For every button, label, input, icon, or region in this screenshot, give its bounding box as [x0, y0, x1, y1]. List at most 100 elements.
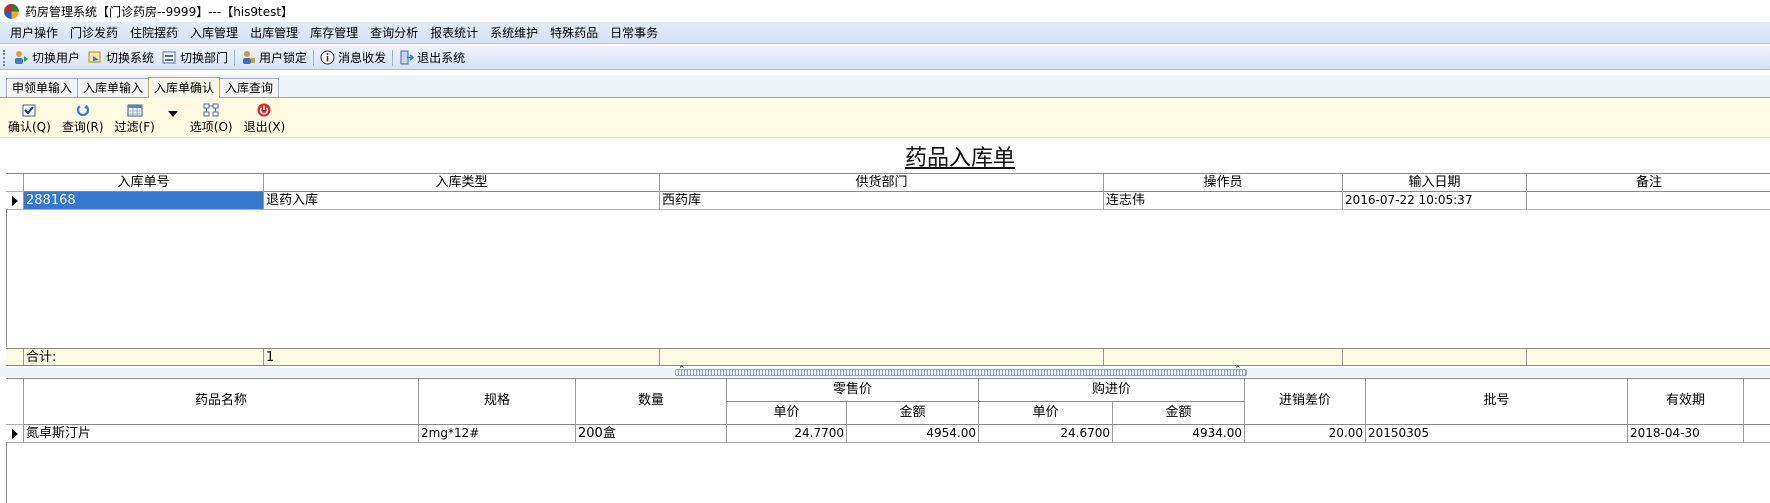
- col-header-input-date[interactable]: 输入日期: [1343, 174, 1527, 192]
- action-panel: 确认(Q) 查询(R) 过滤(F) 选项(O) 退出(X): [0, 98, 1770, 138]
- app-logo-icon: [4, 3, 19, 19]
- tab-stock-in-input[interactable]: 入库单输入: [77, 78, 150, 97]
- module-tabs: 申领单输入 入库单输入 入库单确认 入库查询: [0, 75, 1770, 98]
- table-row[interactable]: 288168 退药入库 西药库 连志伟 2016-07-22 10:05:37: [6, 192, 1770, 210]
- summary-label: 合计:: [24, 349, 264, 365]
- cell-extra: [1744, 425, 1770, 443]
- menu-inventory[interactable]: 库存管理: [304, 22, 364, 44]
- current-row-indicator: [6, 425, 24, 443]
- col-header-price-diff[interactable]: 进销差价: [1245, 379, 1366, 425]
- exit-button[interactable]: 退出(X): [244, 103, 285, 135]
- summary-empty: [1104, 349, 1343, 365]
- filter-dropdown-arrow[interactable]: [166, 111, 180, 117]
- master-summary-row: 合计: 1: [6, 348, 1770, 366]
- col-header-purchase-unit[interactable]: 单价: [979, 402, 1113, 425]
- cell-remarks[interactable]: [1527, 192, 1770, 210]
- toolbar-grip[interactable]: [3, 49, 6, 66]
- col-header-remarks[interactable]: 备注: [1527, 174, 1770, 192]
- col-header-purchase-amount[interactable]: 金额: [1113, 402, 1245, 425]
- master-grid: 入库单号 入库类型 供货部门 操作员 输入日期 备注 288168 退药入库 西…: [6, 173, 1770, 210]
- summary-empty: [1527, 349, 1770, 365]
- tab-requisition-input[interactable]: 申领单输入: [6, 78, 79, 97]
- col-header-retail-unit[interactable]: 单价: [727, 402, 847, 425]
- menu-system-maintenance[interactable]: 系统维护: [484, 22, 544, 44]
- exit-system-label: 退出系统: [417, 51, 466, 65]
- chevron-up-icon[interactable]: ⌃: [1234, 366, 1242, 375]
- menu-daily-affairs[interactable]: 日常事务: [604, 22, 664, 44]
- switch-user-button[interactable]: 切换用户: [10, 47, 84, 69]
- splitter-handle[interactable]: [675, 369, 1247, 376]
- cell-drug-name[interactable]: 氮卓斯汀片: [24, 425, 419, 443]
- cell-spec[interactable]: 2mg*12#: [419, 425, 576, 443]
- panel-splitter[interactable]: ⌃ ⌃: [0, 366, 1770, 377]
- cell-supplier-dept[interactable]: 西药库: [660, 192, 1104, 210]
- cell-retail-amount[interactable]: 4954.00: [847, 425, 979, 443]
- cell-retail-unit[interactable]: 24.7700: [727, 425, 847, 443]
- row-indicator-header: [6, 174, 24, 192]
- menu-stock-out[interactable]: 出库管理: [244, 22, 304, 44]
- user-lock-icon: [241, 50, 256, 65]
- menu-stock-in[interactable]: 入库管理: [184, 22, 244, 44]
- cell-batch-no[interactable]: 20150305: [1366, 425, 1628, 443]
- col-header-purchase-price[interactable]: 购进价: [979, 379, 1245, 402]
- col-header-batch-no[interactable]: 批号: [1366, 379, 1628, 425]
- col-header-retail-price[interactable]: 零售价: [727, 379, 979, 402]
- menu-user-operations[interactable]: 用户操作: [4, 22, 64, 44]
- retail-subheaders: 单价 金额: [727, 402, 979, 425]
- cell-quantity[interactable]: 200盒: [576, 425, 727, 443]
- confirm-button[interactable]: 确认(Q): [8, 103, 51, 135]
- summary-empty: [660, 349, 1104, 365]
- col-header-extra: [1744, 379, 1770, 425]
- cell-operator[interactable]: 连志伟: [1104, 192, 1343, 210]
- col-header-expiry[interactable]: 有效期: [1628, 379, 1744, 425]
- cell-purchase-amount[interactable]: 4934.00: [1113, 425, 1245, 443]
- summary-count: 1: [264, 349, 660, 365]
- detail-grid-header: 药品名称 规格 数量 零售价 单价 金额 购进价 单价 金额 进销差价 批号 有…: [6, 379, 1770, 425]
- cell-stock-in-type[interactable]: 退药入库: [264, 192, 660, 210]
- messages-label: 消息收发: [338, 51, 387, 65]
- cell-purchase-unit[interactable]: 24.6700: [979, 425, 1113, 443]
- master-grid-header: 入库单号 入库类型 供货部门 操作员 输入日期 备注: [6, 174, 1770, 192]
- menu-reports[interactable]: 报表统计: [424, 22, 484, 44]
- query-button[interactable]: 查询(R): [62, 103, 104, 135]
- col-header-order-no[interactable]: 入库单号: [24, 174, 264, 192]
- exit-icon: [399, 50, 415, 65]
- exit-system-button[interactable]: 退出系统: [395, 47, 469, 69]
- menu-special-drugs[interactable]: 特殊药品: [544, 22, 604, 44]
- col-header-drug-name[interactable]: 药品名称: [24, 379, 419, 425]
- options-button[interactable]: 选项(O): [190, 103, 233, 135]
- refresh-icon: [75, 103, 91, 117]
- switch-department-button[interactable]: 切换部门: [158, 47, 232, 69]
- messages-button[interactable]: 消息收发: [316, 47, 390, 69]
- col-header-retail-amount[interactable]: 金额: [847, 402, 979, 425]
- menu-inpatient-dispensing[interactable]: 住院摆药: [124, 22, 184, 44]
- form-title: 药品入库单: [904, 146, 1015, 171]
- options-label: 选项(O): [189, 120, 233, 134]
- menu-outpatient-dispensing[interactable]: 门诊发药: [64, 22, 124, 44]
- col-header-quantity[interactable]: 数量: [576, 379, 727, 425]
- tab-stock-in-query[interactable]: 入库查询: [219, 78, 280, 97]
- summary-indicator: [6, 349, 24, 365]
- user-lock-button[interactable]: 用户锁定: [237, 47, 311, 69]
- tab-stock-in-confirm[interactable]: 入库单确认: [148, 77, 221, 98]
- chevron-down-icon: [167, 111, 178, 117]
- cell-price-diff[interactable]: 20.00: [1245, 425, 1366, 443]
- cell-expiry[interactable]: 2018-04-30: [1628, 425, 1744, 443]
- row-pointer-icon: [11, 195, 18, 206]
- chevron-up-icon[interactable]: ⌃: [678, 366, 686, 375]
- col-header-stock-in-type[interactable]: 入库类型: [264, 174, 660, 192]
- window-title: 药房管理系统【门诊药房--9999】---【his9test】: [25, 4, 294, 19]
- switch-system-label: 切换系统: [106, 51, 155, 65]
- filter-button[interactable]: 过滤(F): [115, 103, 155, 135]
- menu-query-analysis[interactable]: 查询分析: [364, 22, 424, 44]
- cell-input-date[interactable]: 2016-07-22 10:05:37: [1343, 192, 1527, 210]
- col-header-spec[interactable]: 规格: [419, 379, 576, 425]
- table-row[interactable]: 氮卓斯汀片 2mg*12# 200盒 24.7700 4954.00 24.67…: [6, 425, 1770, 443]
- switch-system-button[interactable]: 切换系统: [84, 47, 158, 69]
- col-header-operator[interactable]: 操作员: [1104, 174, 1343, 192]
- switch-user-icon: [14, 50, 29, 65]
- cell-order-no[interactable]: 288168: [24, 192, 264, 210]
- col-header-supplier-dept[interactable]: 供货部门: [660, 174, 1104, 192]
- toolbar-separator: [392, 49, 394, 66]
- switch-department-label: 切换部门: [180, 51, 229, 65]
